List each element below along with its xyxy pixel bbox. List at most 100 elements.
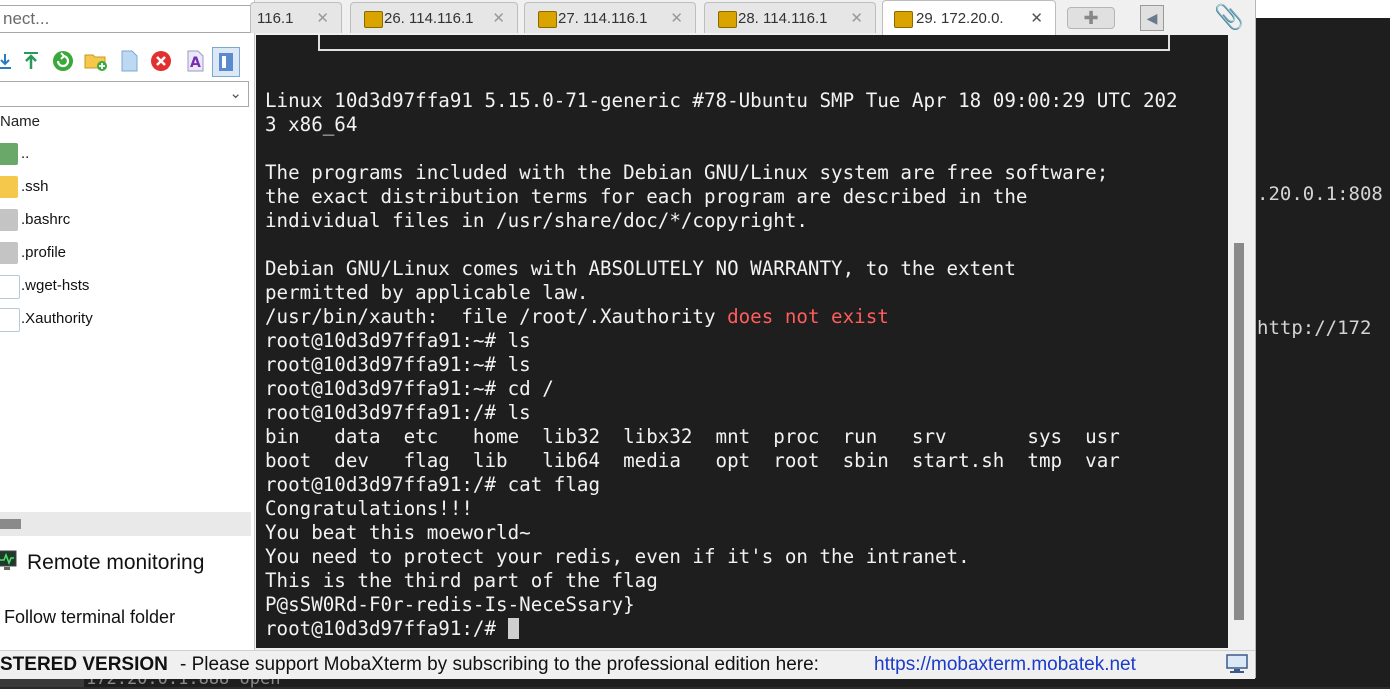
unregistered-version-label: STERED VERSION [0, 654, 168, 675]
terminal-line-text: root@10d3d97ffa91:~# cd / [265, 377, 554, 400]
background-terminal-line: http://172 [1257, 317, 1372, 339]
terminal-line: /usr/bin/xauth: file /root/.Xauthority d… [265, 305, 1178, 329]
ssh-key-icon [894, 11, 913, 28]
file-list-item[interactable]: .wget-hsts [0, 271, 254, 301]
terminal-line-text: P@sSW0Rd-F0r-redis-Is-NeceSsary} [265, 593, 635, 616]
sidebar-horizontal-scrollbar[interactable] [0, 512, 251, 536]
terminal-line-text: root@10d3d97ffa91:~# ls [265, 329, 531, 352]
terminal-output[interactable]: Linux 10d3d97ffa91 5.15.0-71-generic #78… [256, 35, 1228, 648]
file-list-item[interactable]: .. [0, 139, 254, 169]
file-icon [0, 242, 18, 264]
terminal-line-text: Debian GNU/Linux comes with ABSOLUTELY N… [265, 257, 1016, 280]
remote-path-select[interactable]: ⌄ [0, 81, 249, 107]
file-list-item[interactable]: .Xauthority [0, 304, 254, 334]
status-bar: STERED VERSION - Please support MobaXter… [0, 650, 1255, 679]
chevron-down-icon[interactable]: ⌄ [229, 84, 242, 102]
terminal-line-text: root@10d3d97ffa91:/# cat flag [265, 473, 601, 496]
terminal-line-text: permitted by applicable law. [265, 281, 589, 304]
refresh-icon[interactable] [50, 47, 76, 75]
computer-icon[interactable] [1225, 653, 1249, 675]
sftp-sidebar: nect... A ⌄ Name .. .ssh .bashrc .profil… [0, 0, 255, 650]
terminal-line-text: This is the third part of the flag [265, 569, 658, 592]
terminal-line-text: root@10d3d97ffa91:/# ls [265, 401, 531, 424]
background-window-strip [1255, 0, 1390, 18]
terminal-line-text: bin data etc home lib32 libx32 mnt proc … [265, 425, 1120, 448]
file-list-item[interactable]: .profile [0, 238, 254, 268]
terminal-line-text: root@10d3d97ffa91:/# [265, 617, 508, 640]
terminal-line-text: root@10d3d97ffa91:~# ls [265, 353, 531, 376]
scrollbar-thumb[interactable] [1234, 243, 1244, 620]
parent-folder-icon [0, 143, 18, 165]
close-icon[interactable]: ✕ [1030, 9, 1043, 27]
background-terminal-window: .20.0.1:808 http://172 [1255, 0, 1390, 687]
tab-session-29[interactable]: 29. 172.20.0. ✕ [882, 0, 1056, 35]
download-icon[interactable] [0, 47, 18, 75]
paperclip-icon[interactable]: 📎 [1214, 4, 1244, 31]
terminal-line-text: You need to protect your redis, even if … [265, 545, 970, 568]
terminal-cursor [507, 618, 519, 639]
terminal-line: The programs included with the Debian GN… [265, 161, 1178, 185]
new-file-icon[interactable] [116, 47, 142, 75]
terminal-line-text: individual files in /usr/share/doc/*/cop… [265, 209, 808, 232]
terminal-line: Congratulations!!! [265, 497, 1178, 521]
terminal-line: P@sSW0Rd-F0r-redis-Is-NeceSsary} [265, 593, 1178, 617]
terminal-error-text: does not exist [727, 305, 889, 328]
file-list-item[interactable]: .ssh [0, 172, 254, 202]
terminal-line-text: boot dev flag lib lib64 media opt root s… [265, 449, 1120, 472]
terminal-line: the exact distribution terms for each pr… [265, 185, 1178, 209]
tab-session-25[interactable]: 116.1 ✕ [250, 2, 342, 33]
remote-monitoring-toggle[interactable]: Remote monitoring [0, 548, 254, 578]
terminal-vertical-scrollbar[interactable] [1228, 35, 1250, 648]
toggle-hidden-files-icon[interactable] [212, 47, 240, 77]
close-icon[interactable]: ✕ [850, 9, 863, 27]
terminal-line-text: the exact distribution terms for each pr… [265, 185, 1028, 208]
terminal-line: bin data etc home lib32 libx32 mnt proc … [265, 425, 1178, 449]
terminal-line: 3 x86_64 [265, 113, 1178, 137]
tab-session-26[interactable]: 26. 114.116.1 ✕ [350, 2, 518, 33]
mobaxterm-window: nect... A ⌄ Name .. .ssh .bashrc .profil… [0, 0, 1256, 679]
upload-icon[interactable] [18, 47, 44, 75]
terminal-line: root@10d3d97ffa91:/# ls [265, 401, 1178, 425]
document-icon [0, 275, 20, 299]
terminal-line: individual files in /usr/share/doc/*/cop… [265, 209, 1178, 233]
tab-scroll-left-button[interactable]: ◀ [1140, 5, 1164, 31]
close-icon[interactable]: ✕ [492, 9, 505, 27]
terminal-line-text: Congratulations!!! [265, 497, 473, 520]
scrollbar-thumb[interactable] [0, 519, 21, 529]
terminal-line-text: /usr/bin/xauth: file /root/.Xauthority [265, 305, 728, 328]
terminal-line: You beat this moeworld~ [265, 521, 1178, 545]
terminal-banner-box [318, 35, 1170, 51]
file-list-item[interactable]: .bashrc [0, 205, 254, 235]
terminal-line: You need to protect your redis, even if … [265, 545, 1178, 569]
terminal-line-text: You beat this moeworld~ [265, 521, 531, 544]
terminal-line: Linux 10d3d97ffa91 5.15.0-71-generic #78… [265, 89, 1178, 113]
plus-icon: ✚ [1083, 7, 1099, 28]
ssh-key-icon [364, 11, 383, 28]
folder-icon [0, 176, 18, 198]
new-tab-button[interactable]: ✚ [1067, 7, 1115, 29]
monitor-chart-icon [0, 550, 17, 570]
ssh-key-icon [538, 11, 557, 28]
terminal-line: This is the third part of the flag [265, 569, 1178, 593]
close-icon[interactable]: ✕ [316, 9, 329, 27]
follow-terminal-folder-checkbox[interactable]: Follow terminal folder [4, 607, 175, 628]
sftp-toolbar: A [0, 44, 254, 78]
file-list-header-name[interactable]: Name [0, 113, 254, 135]
delete-icon[interactable] [148, 47, 174, 75]
triangle-left-icon: ◀ [1146, 9, 1158, 26]
terminal-line: root@10d3d97ffa91:~# ls [265, 329, 1178, 353]
session-tab-bar: 116.1 ✕ 26. 114.116.1 ✕ 27. 114.116.1 ✕ … [250, 0, 1255, 35]
terminal-line: ​ [265, 137, 1178, 161]
new-folder-icon[interactable] [83, 47, 109, 75]
terminal-text[interactable]: Linux 10d3d97ffa91 5.15.0-71-generic #78… [265, 89, 1178, 641]
quick-connect-input[interactable]: nect... [0, 5, 252, 33]
close-icon[interactable]: ✕ [670, 9, 683, 27]
mobaxterm-website-link[interactable]: https://mobaxterm.mobatek.net [874, 654, 1136, 676]
terminal-line-text: Linux 10d3d97ffa91 5.15.0-71-generic #78… [265, 89, 1178, 112]
tab-session-28[interactable]: 28. 114.116.1 ✕ [704, 2, 876, 33]
tab-session-27[interactable]: 27. 114.116.1 ✕ [524, 2, 696, 33]
terminal-line-text: The programs included with the Debian GN… [265, 161, 1109, 184]
ssh-key-icon [718, 11, 737, 28]
rename-icon[interactable]: A [182, 47, 208, 75]
terminal-line: permitted by applicable law. [265, 281, 1178, 305]
